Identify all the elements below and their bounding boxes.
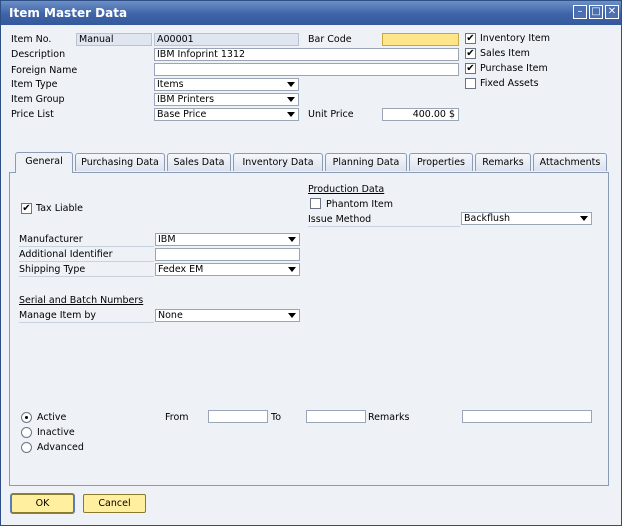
serial-batch-heading: Serial and Batch Numbers xyxy=(19,295,144,306)
remarks-label: Remarks xyxy=(368,412,410,423)
close-icon[interactable]: ✕ xyxy=(605,5,619,19)
inventory-item-label: Inventory Item xyxy=(480,33,551,44)
phantom-item-checkbox[interactable] xyxy=(310,198,321,209)
remarks-field[interactable] xyxy=(462,410,592,423)
manage-item-by-select[interactable]: None xyxy=(155,309,300,322)
item-type-label: Item Type xyxy=(11,79,58,90)
additional-identifier-underline xyxy=(19,261,154,262)
active-label: Active xyxy=(37,412,67,423)
manufacturer-underline xyxy=(19,246,154,247)
inactive-radio[interactable] xyxy=(21,427,32,438)
tax-liable-label: Tax Liable xyxy=(36,203,83,214)
item-group-select[interactable]: IBM Printers xyxy=(154,93,299,106)
unit-price-label: Unit Price xyxy=(308,109,354,120)
purchase-item-label: Purchase Item xyxy=(480,63,548,74)
manufacturer-select[interactable]: IBM xyxy=(155,233,300,246)
to-label: To xyxy=(271,412,282,423)
window-title: Item Master Data xyxy=(9,6,128,20)
advanced-label: Advanced xyxy=(37,442,84,453)
item-group-label: Item Group xyxy=(11,94,65,105)
tax-liable-checkbox[interactable]: ✔ xyxy=(21,203,32,214)
price-list-label: Price List xyxy=(11,109,54,120)
foreign-name-field[interactable] xyxy=(154,63,459,76)
tab-sales-data[interactable]: Sales Data xyxy=(167,153,231,171)
tab-attachments[interactable]: Attachments xyxy=(533,153,607,171)
issue-method-underline xyxy=(308,226,460,227)
unit-price-field[interactable]: 400.00 $ xyxy=(382,108,459,121)
manage-item-by-underline xyxy=(19,322,154,323)
item-no-series[interactable]: Manual xyxy=(76,33,152,46)
additional-identifier-field[interactable] xyxy=(155,248,300,261)
production-data-heading: Production Data xyxy=(308,184,385,195)
description-field[interactable]: IBM Infoprint 1312 xyxy=(154,48,459,61)
issue-method-select[interactable]: Backflush xyxy=(461,212,592,225)
shipping-type-underline xyxy=(19,276,154,277)
cancel-button[interactable]: Cancel xyxy=(83,494,146,513)
additional-identifier-label: Additional Identifier xyxy=(19,249,113,260)
inactive-label: Inactive xyxy=(37,427,75,438)
to-date-field[interactable] xyxy=(306,410,366,423)
item-type-select[interactable]: Items xyxy=(154,78,299,91)
general-tab-panel: Production Data Phantom Item Issue Metho… xyxy=(9,172,609,486)
from-label: From xyxy=(165,412,189,423)
manufacturer-label: Manufacturer xyxy=(19,234,83,245)
sales-item-checkbox[interactable]: ✔ xyxy=(465,48,476,59)
maximize-icon[interactable]: □ xyxy=(589,5,603,19)
fixed-assets-label: Fixed Assets xyxy=(480,78,539,89)
issue-method-label: Issue Method xyxy=(308,214,372,225)
bar-code-field[interactable] xyxy=(382,33,459,46)
purchase-item-checkbox[interactable]: ✔ xyxy=(465,63,476,74)
from-date-field[interactable] xyxy=(208,410,268,423)
description-label: Description xyxy=(11,49,66,60)
inventory-item-checkbox[interactable]: ✔ xyxy=(465,33,476,44)
tab-planning-data[interactable]: Planning Data xyxy=(325,153,407,171)
tab-properties[interactable]: Properties xyxy=(409,153,473,171)
ok-button[interactable]: OK xyxy=(11,494,74,513)
fixed-assets-checkbox[interactable] xyxy=(465,78,476,89)
manage-item-by-label: Manage Item by xyxy=(19,310,97,321)
active-radio[interactable] xyxy=(21,412,32,423)
item-master-window: Item Master Data – □ ✕ Item No. Manual A… xyxy=(0,0,622,526)
advanced-radio[interactable] xyxy=(21,442,32,453)
tab-remarks[interactable]: Remarks xyxy=(475,153,531,171)
tab-purchasing-data[interactable]: Purchasing Data xyxy=(75,153,165,171)
shipping-type-select[interactable]: Fedex EM xyxy=(155,263,300,276)
shipping-type-label: Shipping Type xyxy=(19,264,86,275)
item-no-field[interactable]: A00001 xyxy=(154,33,299,46)
minimize-icon[interactable]: – xyxy=(573,5,587,19)
title-bar: Item Master Data – □ ✕ xyxy=(1,1,621,25)
item-no-label: Item No. xyxy=(11,34,52,45)
bar-code-label: Bar Code xyxy=(308,34,352,45)
sales-item-label: Sales Item xyxy=(480,48,530,59)
tab-general[interactable]: General xyxy=(15,152,73,173)
price-list-select[interactable]: Base Price xyxy=(154,108,299,121)
phantom-item-label: Phantom Item xyxy=(326,199,394,210)
tab-inventory-data[interactable]: Inventory Data xyxy=(233,153,323,171)
foreign-name-label: Foreign Name xyxy=(11,65,78,76)
